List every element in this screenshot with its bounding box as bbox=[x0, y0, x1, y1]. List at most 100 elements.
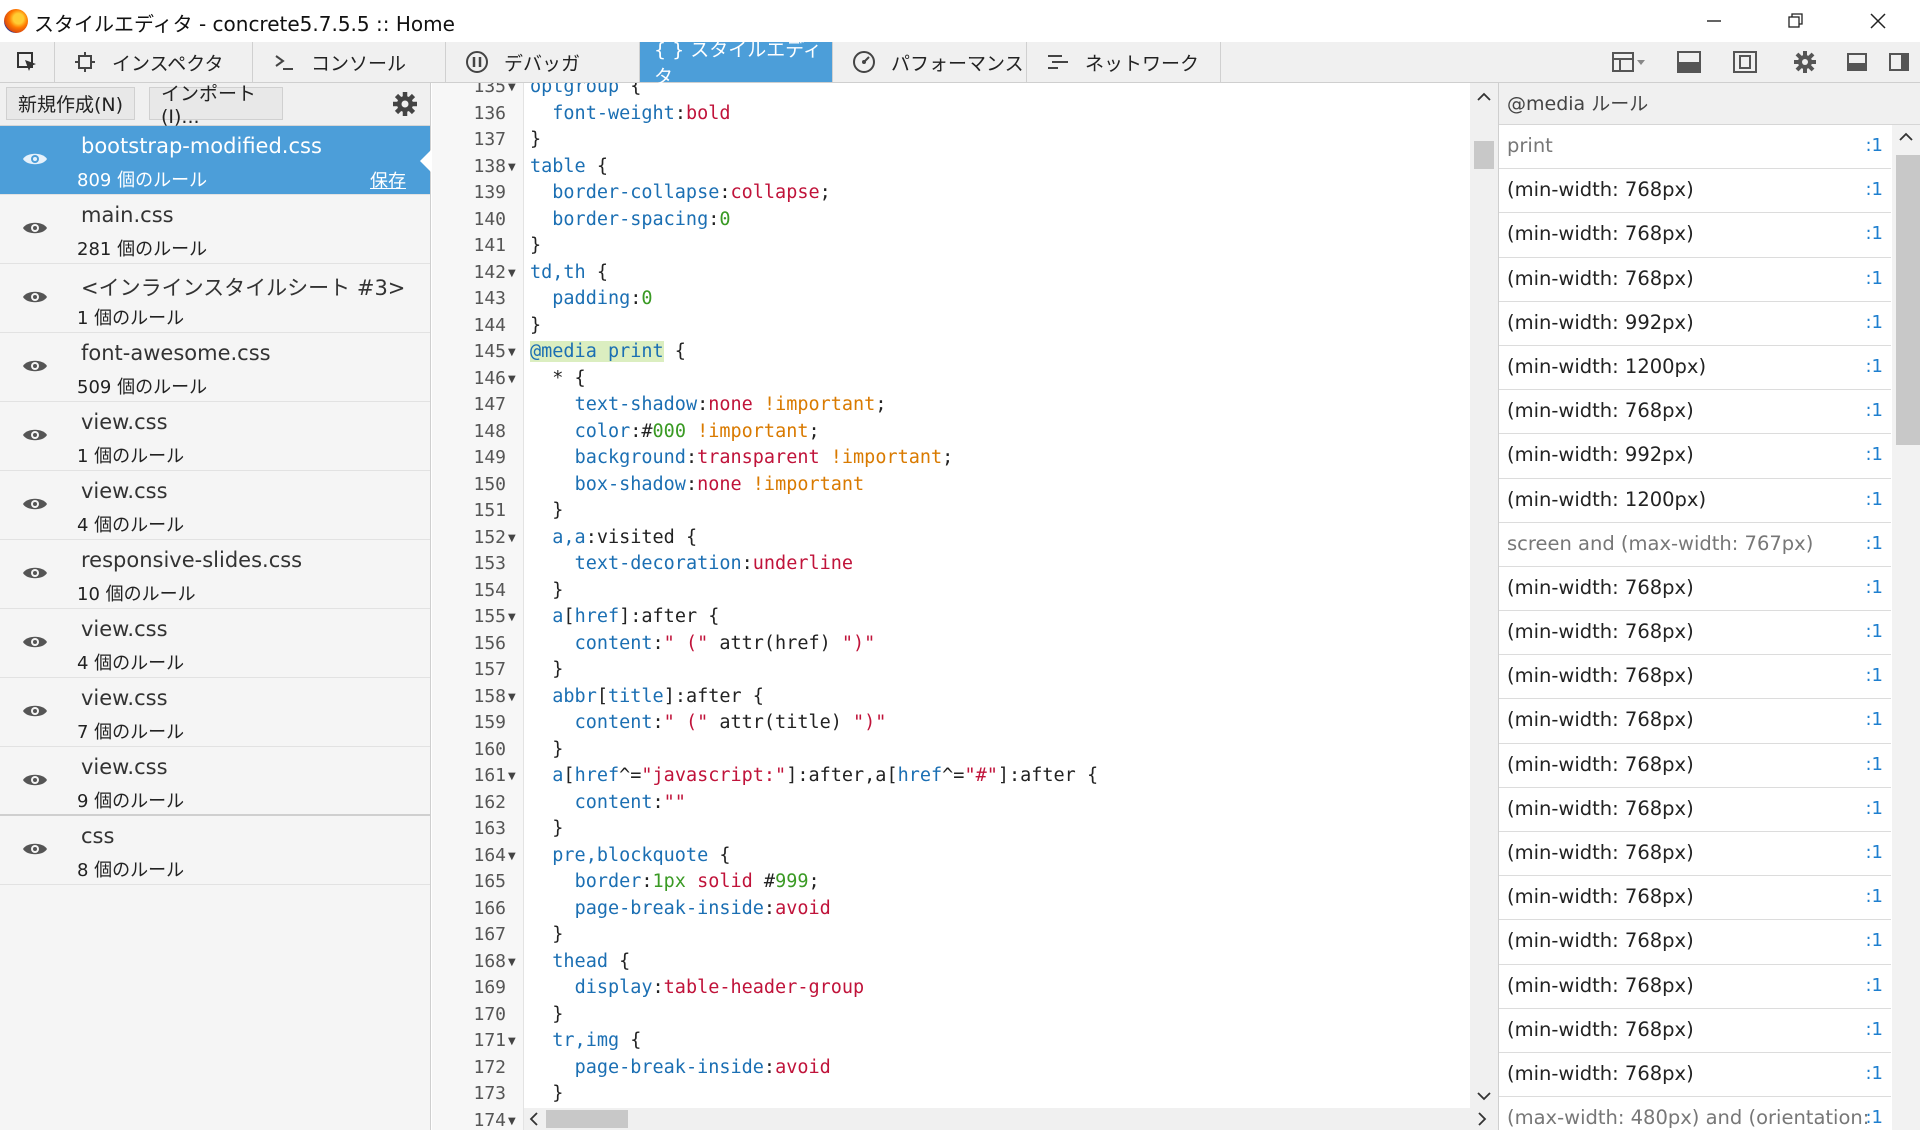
visibility-eye-icon[interactable] bbox=[22, 495, 48, 513]
close-window-button[interactable] bbox=[1858, 6, 1898, 36]
stylesheet-item[interactable]: view.css 7 個のルール bbox=[0, 678, 430, 747]
media-rule-line-link[interactable]: :1 bbox=[1865, 444, 1883, 465]
visibility-eye-icon[interactable] bbox=[22, 702, 48, 720]
scroll-up-icon[interactable] bbox=[1470, 87, 1498, 107]
media-rule-line-link[interactable]: :1 bbox=[1865, 577, 1883, 598]
settings-button[interactable] bbox=[1782, 42, 1828, 82]
visibility-eye-icon[interactable] bbox=[22, 840, 48, 858]
visibility-eye-icon[interactable] bbox=[22, 564, 48, 582]
media-rule-line-link[interactable]: :1 bbox=[1865, 400, 1883, 421]
frame-selector-button[interactable] bbox=[1604, 42, 1654, 82]
media-rule-item[interactable]: (min-width: 768px):1 bbox=[1499, 965, 1891, 1009]
media-rule-item[interactable]: (min-width: 768px):1 bbox=[1499, 611, 1891, 656]
media-rule-line-link[interactable]: :1 bbox=[1865, 1019, 1883, 1040]
fold-toggle-icon[interactable]: ▼ bbox=[508, 340, 516, 366]
save-link[interactable]: 保存 bbox=[370, 167, 406, 193]
fold-toggle-icon[interactable]: ▼ bbox=[508, 685, 516, 711]
visibility-eye-icon[interactable] bbox=[22, 633, 48, 651]
scroll-down-icon[interactable] bbox=[1470, 1086, 1498, 1106]
fold-toggle-icon[interactable]: ▼ bbox=[508, 526, 516, 552]
media-rule-line-link[interactable]: :1 bbox=[1865, 312, 1883, 333]
editor-vertical-scrollbar[interactable] bbox=[1470, 83, 1498, 1108]
stylesheet-item[interactable]: view.css 4 個のルール bbox=[0, 609, 430, 678]
fold-toggle-icon[interactable]: ▼ bbox=[508, 1029, 516, 1055]
stylesheet-item[interactable]: main.css 281 個のルール bbox=[0, 195, 430, 264]
stylesheet-item[interactable]: view.css 9 個のルール bbox=[0, 747, 430, 816]
responsive-mode-button[interactable] bbox=[1722, 42, 1768, 82]
media-rule-item[interactable]: (min-width: 768px):1 bbox=[1499, 920, 1891, 965]
scroll-right-icon[interactable] bbox=[1472, 1108, 1492, 1130]
fold-toggle-icon[interactable]: ▼ bbox=[508, 1109, 516, 1130]
media-rule-item[interactable]: (min-width: 768px):1 bbox=[1499, 567, 1891, 612]
sidebar-options-button[interactable] bbox=[390, 89, 420, 119]
scrollbar-thumb[interactable] bbox=[1896, 155, 1920, 445]
media-rule-item[interactable]: (min-width: 992px):1 bbox=[1499, 434, 1891, 479]
fold-toggle-icon[interactable]: ▼ bbox=[508, 764, 516, 790]
media-rule-line-link[interactable]: :1 bbox=[1865, 1107, 1883, 1128]
media-rule-item[interactable]: (min-width: 768px):1 bbox=[1499, 744, 1891, 788]
media-rule-item[interactable]: (min-width: 768px):1 bbox=[1499, 390, 1891, 435]
visibility-eye-icon[interactable] bbox=[22, 426, 48, 444]
visibility-eye-icon[interactable] bbox=[22, 288, 48, 306]
media-rule-line-link[interactable]: :1 bbox=[1865, 356, 1883, 377]
media-rule-line-link[interactable]: :1 bbox=[1865, 798, 1883, 819]
fold-toggle-icon[interactable]: ▼ bbox=[508, 367, 516, 393]
media-rule-item[interactable]: (min-width: 768px):1 bbox=[1499, 1009, 1891, 1053]
new-stylesheet-button[interactable]: 新規作成(N) bbox=[6, 87, 136, 120]
dock-bottom-button[interactable] bbox=[1834, 42, 1880, 82]
fold-toggle-icon[interactable]: ▼ bbox=[508, 605, 516, 631]
media-rule-item[interactable]: (min-width: 1200px):1 bbox=[1499, 479, 1891, 523]
scrollbar-thumb[interactable] bbox=[1474, 141, 1494, 169]
tab-debugger[interactable]: デバッガ bbox=[446, 42, 640, 82]
editor-horizontal-scrollbar[interactable] bbox=[524, 1108, 1498, 1130]
tab-performance[interactable]: パフォーマンス bbox=[833, 42, 1027, 82]
fold-toggle-icon[interactable]: ▼ bbox=[508, 83, 516, 101]
scrollbar-thumb[interactable] bbox=[546, 1110, 628, 1128]
tab-console[interactable]: コンソール bbox=[253, 42, 446, 82]
dock-side-button[interactable] bbox=[1876, 42, 1920, 82]
media-rule-line-link[interactable]: :1 bbox=[1865, 975, 1883, 996]
media-rule-line-link[interactable]: :1 bbox=[1865, 135, 1883, 156]
media-rule-line-link[interactable]: :1 bbox=[1865, 665, 1883, 686]
tab-style-editor[interactable]: { } スタイルエディタ bbox=[640, 39, 833, 88]
media-rule-line-link[interactable]: :1 bbox=[1865, 930, 1883, 951]
media-rule-item[interactable]: (min-width: 1200px):1 bbox=[1499, 346, 1891, 391]
restore-button[interactable] bbox=[1776, 6, 1816, 36]
split-console-button[interactable] bbox=[1666, 42, 1712, 82]
visibility-eye-icon[interactable] bbox=[22, 771, 48, 789]
minimize-button[interactable] bbox=[1694, 6, 1734, 36]
scroll-left-icon[interactable] bbox=[524, 1108, 544, 1130]
stylesheet-item[interactable]: view.css 4 個のルール bbox=[0, 471, 430, 540]
fold-toggle-icon[interactable]: ▼ bbox=[508, 261, 516, 287]
stylesheet-item[interactable]: view.css 1 個のルール bbox=[0, 402, 430, 471]
media-rule-line-link[interactable]: :1 bbox=[1865, 886, 1883, 907]
media-rule-line-link[interactable]: :1 bbox=[1865, 842, 1883, 863]
visibility-eye-icon[interactable] bbox=[22, 219, 48, 237]
fold-toggle-icon[interactable]: ▼ bbox=[508, 950, 516, 976]
stylesheet-item[interactable]: responsive-slides.css 10 個のルール bbox=[0, 540, 430, 609]
import-stylesheet-button[interactable]: インポート(I)... bbox=[149, 83, 283, 128]
tab-inspector[interactable]: インスペクタ bbox=[54, 42, 253, 82]
media-rule-item[interactable]: print:1 bbox=[1499, 125, 1891, 170]
stylesheet-item[interactable]: bootstrap-modified.css 809 個のルール 保存 bbox=[0, 126, 431, 195]
media-rule-line-link[interactable]: :1 bbox=[1865, 754, 1883, 775]
scroll-up-icon[interactable] bbox=[1892, 127, 1920, 147]
media-rule-line-link[interactable]: :1 bbox=[1865, 179, 1883, 200]
fold-toggle-icon[interactable]: ▼ bbox=[508, 844, 516, 870]
stylesheet-item[interactable]: font-awesome.css 509 個のルール bbox=[0, 333, 430, 402]
media-rule-line-link[interactable]: :1 bbox=[1865, 268, 1883, 289]
media-rule-item[interactable]: (min-width: 768px):1 bbox=[1499, 876, 1891, 921]
media-rule-line-link[interactable]: :1 bbox=[1865, 223, 1883, 244]
code-content[interactable]: optgroup { font-weight:bold} table { bord… bbox=[530, 83, 1470, 1130]
code-editor[interactable]: 135 ▼ 136 137 138 ▼ 139 140 141 142 ▼ 143 144 145 ▼ 146… bbox=[432, 83, 1498, 1130]
tab-network[interactable]: ネットワーク bbox=[1027, 42, 1221, 82]
media-rule-line-link[interactable]: :1 bbox=[1865, 489, 1883, 510]
stylesheet-item[interactable]: <インラインスタイルシート #3> 1 個のルール bbox=[0, 264, 430, 333]
visibility-eye-icon[interactable] bbox=[22, 357, 48, 375]
media-rule-line-link[interactable]: :1 bbox=[1865, 1063, 1883, 1084]
visibility-eye-icon[interactable] bbox=[22, 150, 48, 168]
media-rule-item[interactable]: (min-width: 768px):1 bbox=[1499, 788, 1891, 832]
media-rule-line-link[interactable]: :1 bbox=[1865, 621, 1883, 642]
media-rule-item[interactable]: (max-width: 480px) and (orientation::1 bbox=[1499, 1097, 1891, 1130]
media-rule-item[interactable]: (min-width: 768px):1 bbox=[1499, 169, 1891, 214]
